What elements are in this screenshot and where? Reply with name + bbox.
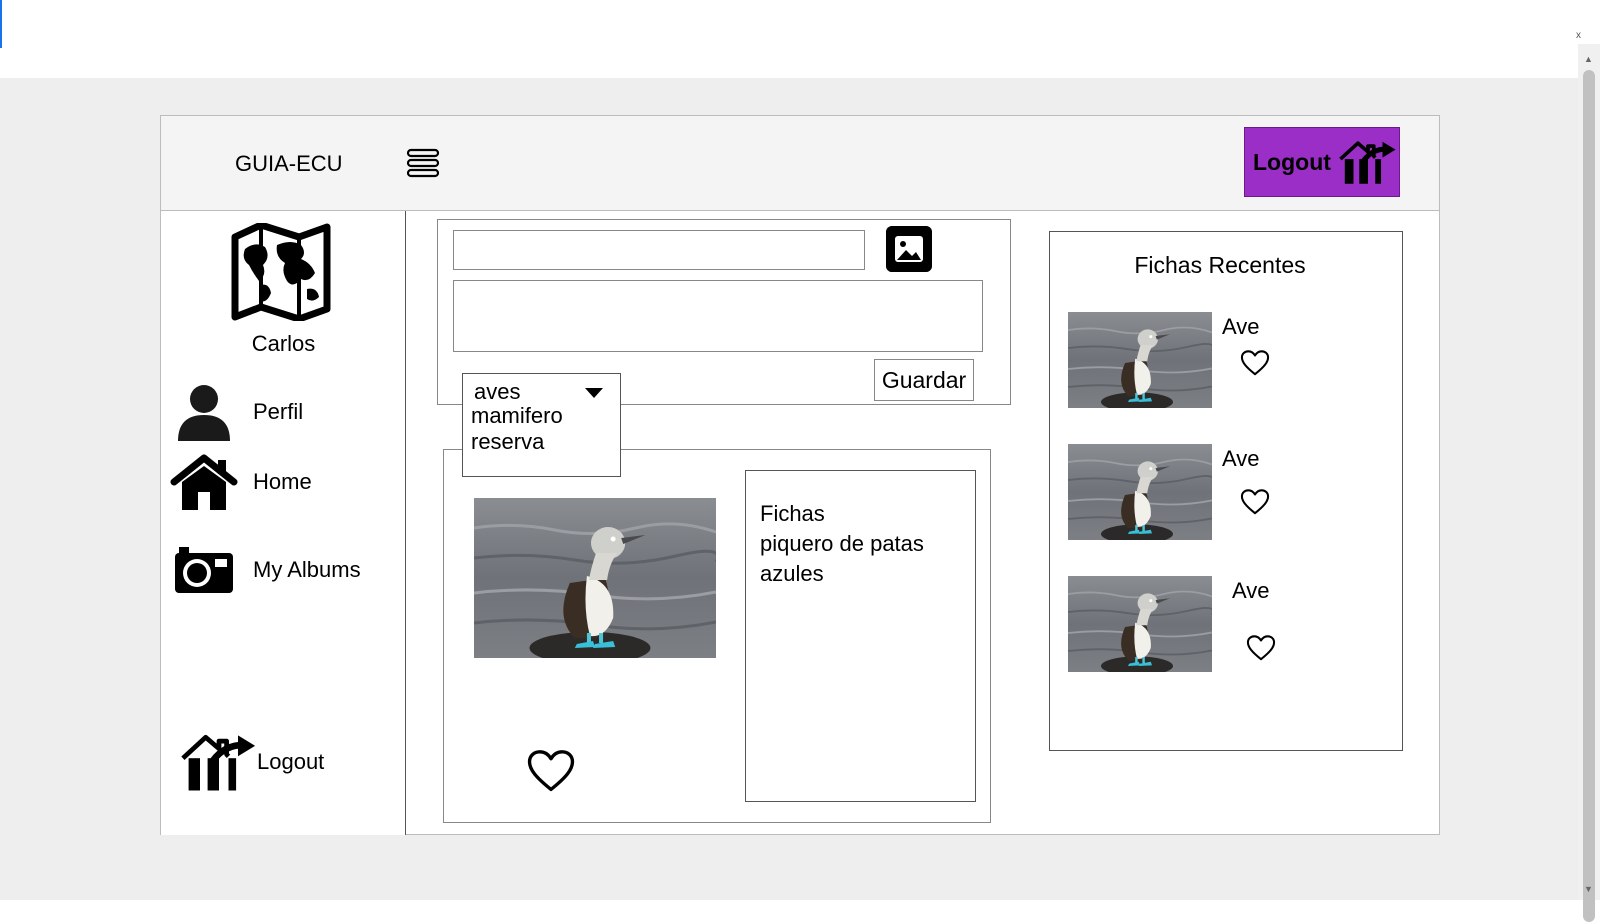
sidebar-item-label: Perfil <box>253 399 304 424</box>
sidebar-item-my-albums[interactable]: My Albums <box>169 539 361 601</box>
top-bar: GUIA-ECU Logout <box>161 116 1439 211</box>
camera-icon <box>175 547 233 593</box>
user-name: Carlos <box>251 331 316 356</box>
sidebar-item-perfil[interactable]: Perfil <box>169 381 303 443</box>
recent-card-item[interactable]: Ave <box>1068 312 1388 408</box>
bird-thumbnail <box>1068 576 1212 672</box>
bird-thumbnail <box>1068 444 1212 540</box>
recent-card-item[interactable]: Ave <box>1068 576 1388 672</box>
card-text-box: Fichas piquero de patas azules <box>745 470 976 802</box>
recent-cards-panel: Fichas Recentes Ave Ave Ave <box>1049 231 1403 751</box>
sidebar: Carlos Perfil Home My Albums Logout <box>161 211 406 835</box>
bird-photo <box>474 498 716 658</box>
category-option[interactable]: mamifero <box>471 403 563 429</box>
category-option[interactable]: reserva <box>471 429 544 455</box>
sidebar-logout[interactable]: Logout <box>181 731 324 793</box>
scroll-thumb[interactable] <box>1583 70 1595 922</box>
home-icon <box>170 454 238 510</box>
sidebar-item-home[interactable]: Home <box>169 451 312 513</box>
recent-card-item[interactable]: Ave <box>1068 444 1388 540</box>
exit-house-icon <box>1339 138 1397 186</box>
text-cursor <box>0 0 2 48</box>
description-textarea[interactable] <box>453 280 983 352</box>
recent-card-label: Ave <box>1222 314 1260 339</box>
recent-card-label: Ave <box>1232 578 1270 603</box>
caret-down-icon[interactable] <box>585 388 603 398</box>
bird-thumbnail <box>1068 312 1212 408</box>
app-window: GUIA-ECU Logout Carlos Perfil Home My Al… <box>160 115 1440 835</box>
save-button[interactable]: Guardar <box>874 359 974 401</box>
heart-icon[interactable] <box>1240 349 1270 377</box>
image-upload-icon[interactable] <box>886 226 932 272</box>
logout-button-label: Logout <box>1253 148 1331 175</box>
vertical-scrollbar[interactable]: ▲ ▼ <box>1578 44 1600 922</box>
scroll-up-arrow-icon[interactable]: ▲ <box>1584 54 1593 64</box>
brand-title: GUIA-ECU <box>235 151 343 176</box>
sidebar-item-label: Home <box>253 469 312 494</box>
hamburger-menu-icon[interactable] <box>406 146 440 180</box>
logout-button-top[interactable]: Logout <box>1244 127 1400 197</box>
exit-house-icon <box>181 731 257 793</box>
person-icon <box>178 385 230 441</box>
close-mark-icon[interactable]: x <box>1576 30 1581 41</box>
card-text-line: piquero de patas azules <box>760 531 924 586</box>
heart-icon[interactable] <box>1246 634 1276 662</box>
browser-top-strip <box>0 0 1578 78</box>
category-dropdown[interactable]: aves mamifero reserva <box>462 373 621 477</box>
recent-card-label: Ave <box>1222 446 1260 471</box>
title-input[interactable] <box>453 230 865 270</box>
category-selected[interactable]: aves <box>474 379 520 405</box>
sidebar-item-label: My Albums <box>253 557 361 582</box>
recent-cards-title: Fichas Recentes <box>1134 252 1306 278</box>
world-map-icon <box>231 223 331 321</box>
heart-icon[interactable] <box>526 748 576 794</box>
sidebar-logout-label: Logout <box>257 749 325 774</box>
card-preview: Fichas piquero de patas azules <box>443 449 991 823</box>
card-text-line: Fichas <box>760 501 825 526</box>
scroll-down-arrow-icon[interactable]: ▼ <box>1584 884 1593 894</box>
heart-icon[interactable] <box>1240 488 1270 516</box>
